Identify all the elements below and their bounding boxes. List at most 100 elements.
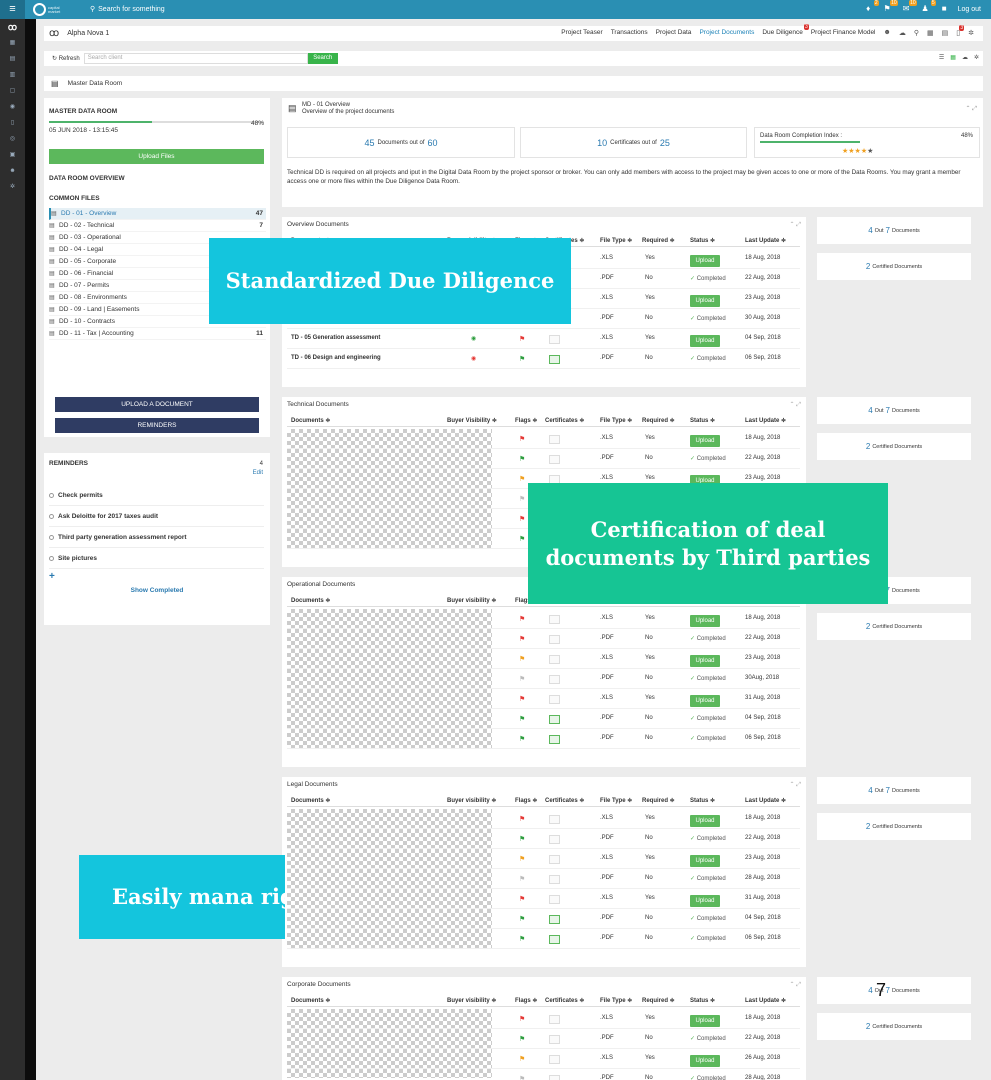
certificate-icon[interactable] [549,335,560,344]
flag-icon[interactable]: ⚑ [519,695,525,703]
users-nav-icon[interactable]: ☻ [880,29,895,36]
col-status[interactable]: Status ≑ [690,797,715,804]
certificate-icon[interactable] [549,815,560,824]
table-row[interactable]: ⚑ .XLS Yes Upload 23 Aug, 2018 [287,649,800,669]
flag-icon[interactable]: ⚑ [519,655,525,663]
flag-icon[interactable]: ⚑ [519,855,525,863]
tab-project-documents[interactable]: Project Documents [695,28,758,37]
upload-button[interactable]: Upload [690,855,720,867]
flag-icon[interactable]: ⚑ [519,735,525,743]
tab-transactions[interactable]: Transactions [607,28,652,37]
flag-icon[interactable]: ⚑ [519,1015,525,1023]
calendar-nav-icon[interactable]: ▤ [938,29,953,37]
certificate-icon[interactable] [549,355,560,364]
col-buyer-visibility[interactable]: Buyer visibility ≑ [447,797,496,804]
dashboard-icon[interactable]: ▦ [0,35,25,51]
table-row[interactable]: ⚑ .PDF No ✓ Completed 04 Sep, 2018 [287,709,800,729]
table-row[interactable]: ⚑ .PDF No ✓ Completed 22 Aug, 2018 [287,829,800,849]
reminder-item[interactable]: Third party generation assessment report [49,527,264,548]
section-collapse-icon[interactable]: ⌃ ⤢ [790,781,802,789]
gear-nav-icon[interactable]: ✲ [964,29,978,37]
table-row[interactable]: ⚑ .PDF No ✓ Completed 06 Sep, 2018 [287,729,800,749]
table-row[interactable]: ⚑ .XLS Yes Upload 18 Aug, 2018 [287,429,800,449]
chart-icon[interactable]: ▥ [0,67,25,83]
table-row[interactable]: ⚑ .XLS Yes Upload 23 Aug, 2018 [287,849,800,869]
table-row[interactable]: ⚑ .PDF No ✓ Completed 22 Aug, 2018 [287,449,800,469]
certificate-icon[interactable] [549,875,560,884]
table-row[interactable]: ⚑ .XLS Yes Upload 31 Aug, 2018 [287,689,800,709]
flag-icon[interactable]: ⚑ [519,715,525,723]
col-last-update[interactable]: Last Update ≑ [745,797,786,804]
grid-view-icon[interactable]: ▦ [950,54,956,61]
certificate-icon[interactable] [549,1015,560,1024]
global-search[interactable]: ⚲ Search for something [90,5,165,14]
col-file-type[interactable]: File Type ≑ [600,237,632,244]
search-client-input[interactable]: Search client [83,53,308,64]
col-file-type[interactable]: File Type ≑ [600,417,632,424]
flag-icon[interactable]: ⚑ [519,435,525,443]
calendar-icon[interactable]: ▢ [0,83,25,99]
flag-icon[interactable]: ⚑ [519,455,525,463]
upload-button[interactable]: Upload [690,435,720,447]
col-certificates[interactable]: Certificates ≑ [545,417,584,424]
upload-button[interactable]: Upload [690,695,720,707]
certificate-icon[interactable] [549,895,560,904]
table-row[interactable]: ⚑ .XLS Yes Upload 18 Aug, 2018 [287,609,800,629]
document-icon[interactable]: ▯ [0,115,25,131]
col-file-type[interactable]: File Type ≑ [600,997,632,1004]
pin-nav-icon[interactable]: ⚲ [910,29,923,37]
certificate-icon[interactable] [549,655,560,664]
col-documents[interactable]: Documents ≑ [291,997,330,1004]
certificate-icon[interactable] [549,675,560,684]
col-certificates[interactable]: Certificates ≑ [545,997,584,1004]
bell-icon[interactable]: ♦ 2 [863,0,879,15]
col-buyer-visibility[interactable]: Buyer visibility ≑ [447,597,496,604]
app-logo[interactable]: capital market [33,2,65,17]
certificate-icon[interactable] [549,735,560,744]
section-collapse-icon[interactable]: ⌃ ⤢ [790,401,802,409]
table-row[interactable]: ⚑ .PDF No ✓ Completed 30Aug, 2018 [287,669,800,689]
hamburger-menu-icon[interactable]: ≡ [0,0,25,19]
table-row[interactable]: ⚑ .XLS Yes Upload 31 Aug, 2018 [287,889,800,909]
flag-icon[interactable]: ⚑ [519,515,525,523]
upload-files-button[interactable]: Upload Files [49,149,264,164]
upload-button[interactable]: Upload [690,255,720,267]
inbox-icon[interactable]: ▤ [0,51,25,67]
flag-icon[interactable]: ⚑ [519,675,525,683]
reminder-checkbox[interactable] [49,534,54,540]
certificate-icon[interactable] [549,615,560,624]
settings-icon[interactable]: ✲ [0,179,25,195]
refresh-button[interactable]: ↻ Refresh [52,55,80,62]
section-collapse-icon[interactable]: ⌃ ⤢ [790,221,802,229]
upload-document-button[interactable]: UPLOAD A DOCUMENT [55,397,259,412]
flag-icon[interactable]: ⚑ [519,875,525,883]
col-file-type[interactable]: File Type ≑ [600,797,632,804]
search-button[interactable]: Search [307,53,338,64]
show-completed-link[interactable]: Show Completed [44,587,270,594]
cloud-view-icon[interactable]: ☁ [962,54,968,61]
reminders-edit-link[interactable]: Edit [253,470,263,476]
col-flags[interactable]: Flags ≑ [515,997,537,1004]
flag-icon[interactable]: ⚑ [519,535,525,543]
col-required[interactable]: Required ≑ [642,797,675,804]
flag-icon[interactable]: ⚑ [519,1035,525,1043]
col-status[interactable]: Status ≑ [690,417,715,424]
upload-button[interactable]: Upload [690,655,720,667]
certificate-icon[interactable] [549,695,560,704]
table-row[interactable]: ⚑ .PDF No ✓ Completed 04 Sep, 2018 [287,909,800,929]
logout-icon[interactable]: ■ [939,3,950,15]
certificate-icon[interactable] [549,1055,560,1064]
document-name[interactable]: TD - 05 Generation assessment [291,335,380,341]
tab-project-data[interactable]: Project Data [652,28,696,37]
col-documents[interactable]: Documents ≑ [291,797,330,804]
reminders-button[interactable]: REMINDERS [55,418,259,433]
flag-icon[interactable]: ⚑ [519,915,525,923]
col-documents[interactable]: Documents ≑ [291,597,330,604]
certificate-icon[interactable] [549,435,560,444]
upload-button[interactable]: Upload [690,815,720,827]
certificate-icon[interactable] [549,1035,560,1044]
settings-view-icon[interactable]: ✲ [974,54,979,61]
col-status[interactable]: Status ≑ [690,997,715,1004]
flag-icon[interactable]: ⚑ [519,335,525,343]
table-row[interactable]: ⚑ .XLS Yes Upload 18 Aug, 2018 [287,809,800,829]
